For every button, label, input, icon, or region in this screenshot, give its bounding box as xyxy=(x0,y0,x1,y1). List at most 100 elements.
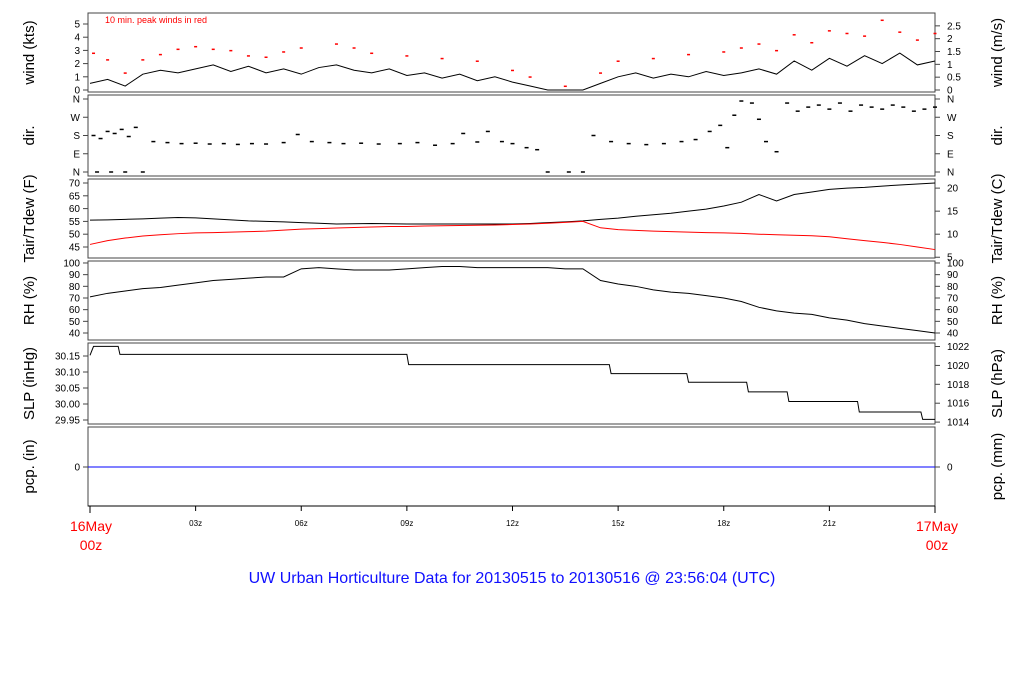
dir-point xyxy=(95,171,100,173)
wind-ms-tick: 2 xyxy=(947,34,953,45)
peak-wind-point xyxy=(775,49,779,52)
dir-point xyxy=(295,133,300,136)
dir-point xyxy=(376,143,381,145)
peak-wind-point xyxy=(106,59,110,61)
dir-point xyxy=(112,132,117,135)
peak-wind-point xyxy=(440,57,444,60)
wind-kts-tick: 3 xyxy=(74,46,80,57)
dir-point xyxy=(485,130,490,133)
dir-point xyxy=(591,134,596,137)
peak-wind-point xyxy=(176,48,180,51)
dir-point xyxy=(535,148,540,151)
peak-wind-point xyxy=(651,57,655,60)
chart-canvas: wind (kts) wind (m/s) dir. dir. Tair/Tdew (F… xyxy=(21,12,1006,587)
temp-c-tick: 20 xyxy=(947,184,959,195)
peak-wind-point xyxy=(370,52,374,55)
end-time-label: 00z xyxy=(926,537,949,553)
dir-point xyxy=(644,143,649,146)
dir-point xyxy=(475,141,480,143)
slp-hpa-tick: 1018 xyxy=(947,380,970,391)
dir-tick-right: E xyxy=(947,149,954,160)
slp-line xyxy=(89,345,935,420)
wind-kts-tick: 1 xyxy=(74,72,80,83)
peak-wind-point xyxy=(246,55,250,57)
dir-point xyxy=(415,141,420,144)
temp-f-tick: 65 xyxy=(69,191,81,202)
dir-point xyxy=(707,130,712,133)
peak-wind-point xyxy=(933,32,937,35)
peak-wind-point xyxy=(722,51,726,53)
end-date-label: 17May xyxy=(916,518,958,534)
wind-ms-tick: 1 xyxy=(947,60,953,71)
ylabel-right-rh: RH (%) xyxy=(989,276,1006,325)
dir-point xyxy=(545,171,550,173)
dir-tick-left: N xyxy=(73,95,80,106)
dir-point xyxy=(785,102,790,104)
rh-tick-right: 60 xyxy=(947,305,959,316)
peak-wind-point xyxy=(211,48,215,51)
slp-hpa-tick: 1020 xyxy=(947,361,970,372)
wind-kts-tick: 5 xyxy=(74,20,80,31)
x-tick-label: 09z xyxy=(400,519,413,528)
dir-point xyxy=(922,108,927,110)
peak-wind-point xyxy=(92,52,96,55)
x-tick-label: 18z xyxy=(717,519,730,528)
dir-point xyxy=(165,141,170,144)
ylabel-right-temp: Tair/Tdew (C) xyxy=(989,173,1006,263)
rh-tick-left: 50 xyxy=(69,317,81,328)
slp-inhg-tick: 30.05 xyxy=(55,384,80,395)
peak-wind-point xyxy=(599,72,603,74)
peak-wind-point xyxy=(827,30,831,32)
dir-point xyxy=(105,130,110,133)
ylabel-left-wind: wind (kts) xyxy=(21,20,38,85)
peak-wind-point xyxy=(863,35,867,37)
dir-point xyxy=(756,118,761,121)
peak-wind-point xyxy=(810,41,814,44)
slp-hpa-tick: 1014 xyxy=(947,418,970,429)
dir-point xyxy=(109,171,114,173)
ylabel-right-wind: wind (m/s) xyxy=(989,18,1006,88)
peak-wind-point xyxy=(141,59,145,61)
dir-point xyxy=(524,146,529,149)
dir-point xyxy=(827,108,832,110)
temp-c-tick: 10 xyxy=(947,230,959,241)
rh-tick-left: 60 xyxy=(69,305,81,316)
peak-wind-point xyxy=(299,47,303,49)
peak-wind-point xyxy=(475,60,479,62)
dir-point xyxy=(580,171,585,173)
peak-wind-point xyxy=(563,85,567,88)
start-date-label: 16May xyxy=(70,518,112,534)
peak-wind-point xyxy=(352,47,356,49)
panel-frame-wind xyxy=(87,12,936,93)
slp-hpa-tick: 1022 xyxy=(947,342,970,353)
dir-point xyxy=(739,100,744,102)
dir-point xyxy=(281,141,286,144)
peak-wind-point xyxy=(757,43,761,45)
dir-point xyxy=(911,110,916,112)
air-temp-line xyxy=(89,182,936,225)
peak-wind-point xyxy=(845,32,849,35)
ylabel-left-rh: RH (%) xyxy=(21,276,38,325)
rh-tick-right: 50 xyxy=(947,317,959,328)
peak-wind-point xyxy=(739,47,743,49)
peak-wind-point xyxy=(405,55,409,57)
pcp-in-tick: 0 xyxy=(74,463,80,474)
dir-point xyxy=(566,171,571,173)
dir-point xyxy=(774,150,779,153)
dir-tick-left: N xyxy=(73,168,80,179)
peak-wind-point xyxy=(282,51,286,53)
peak-wind-point xyxy=(158,53,162,56)
dir-point xyxy=(151,140,156,143)
dir-point xyxy=(848,110,853,112)
dir-tick-right: N xyxy=(947,168,954,179)
slp-hpa-tick: 1016 xyxy=(947,399,970,410)
pcp-mm-tick: 0 xyxy=(947,463,953,474)
weather-chart: wind (kts) wind (m/s) dir. dir. Tair/Tdew (F… xyxy=(0,0,1024,700)
dir-point xyxy=(126,135,131,138)
dir-point xyxy=(725,146,730,149)
dir-point xyxy=(764,140,768,143)
dir-point xyxy=(235,143,240,146)
peak-wind-point xyxy=(528,76,532,78)
rh-tick-left: 40 xyxy=(69,329,81,340)
dir-point xyxy=(732,114,737,116)
